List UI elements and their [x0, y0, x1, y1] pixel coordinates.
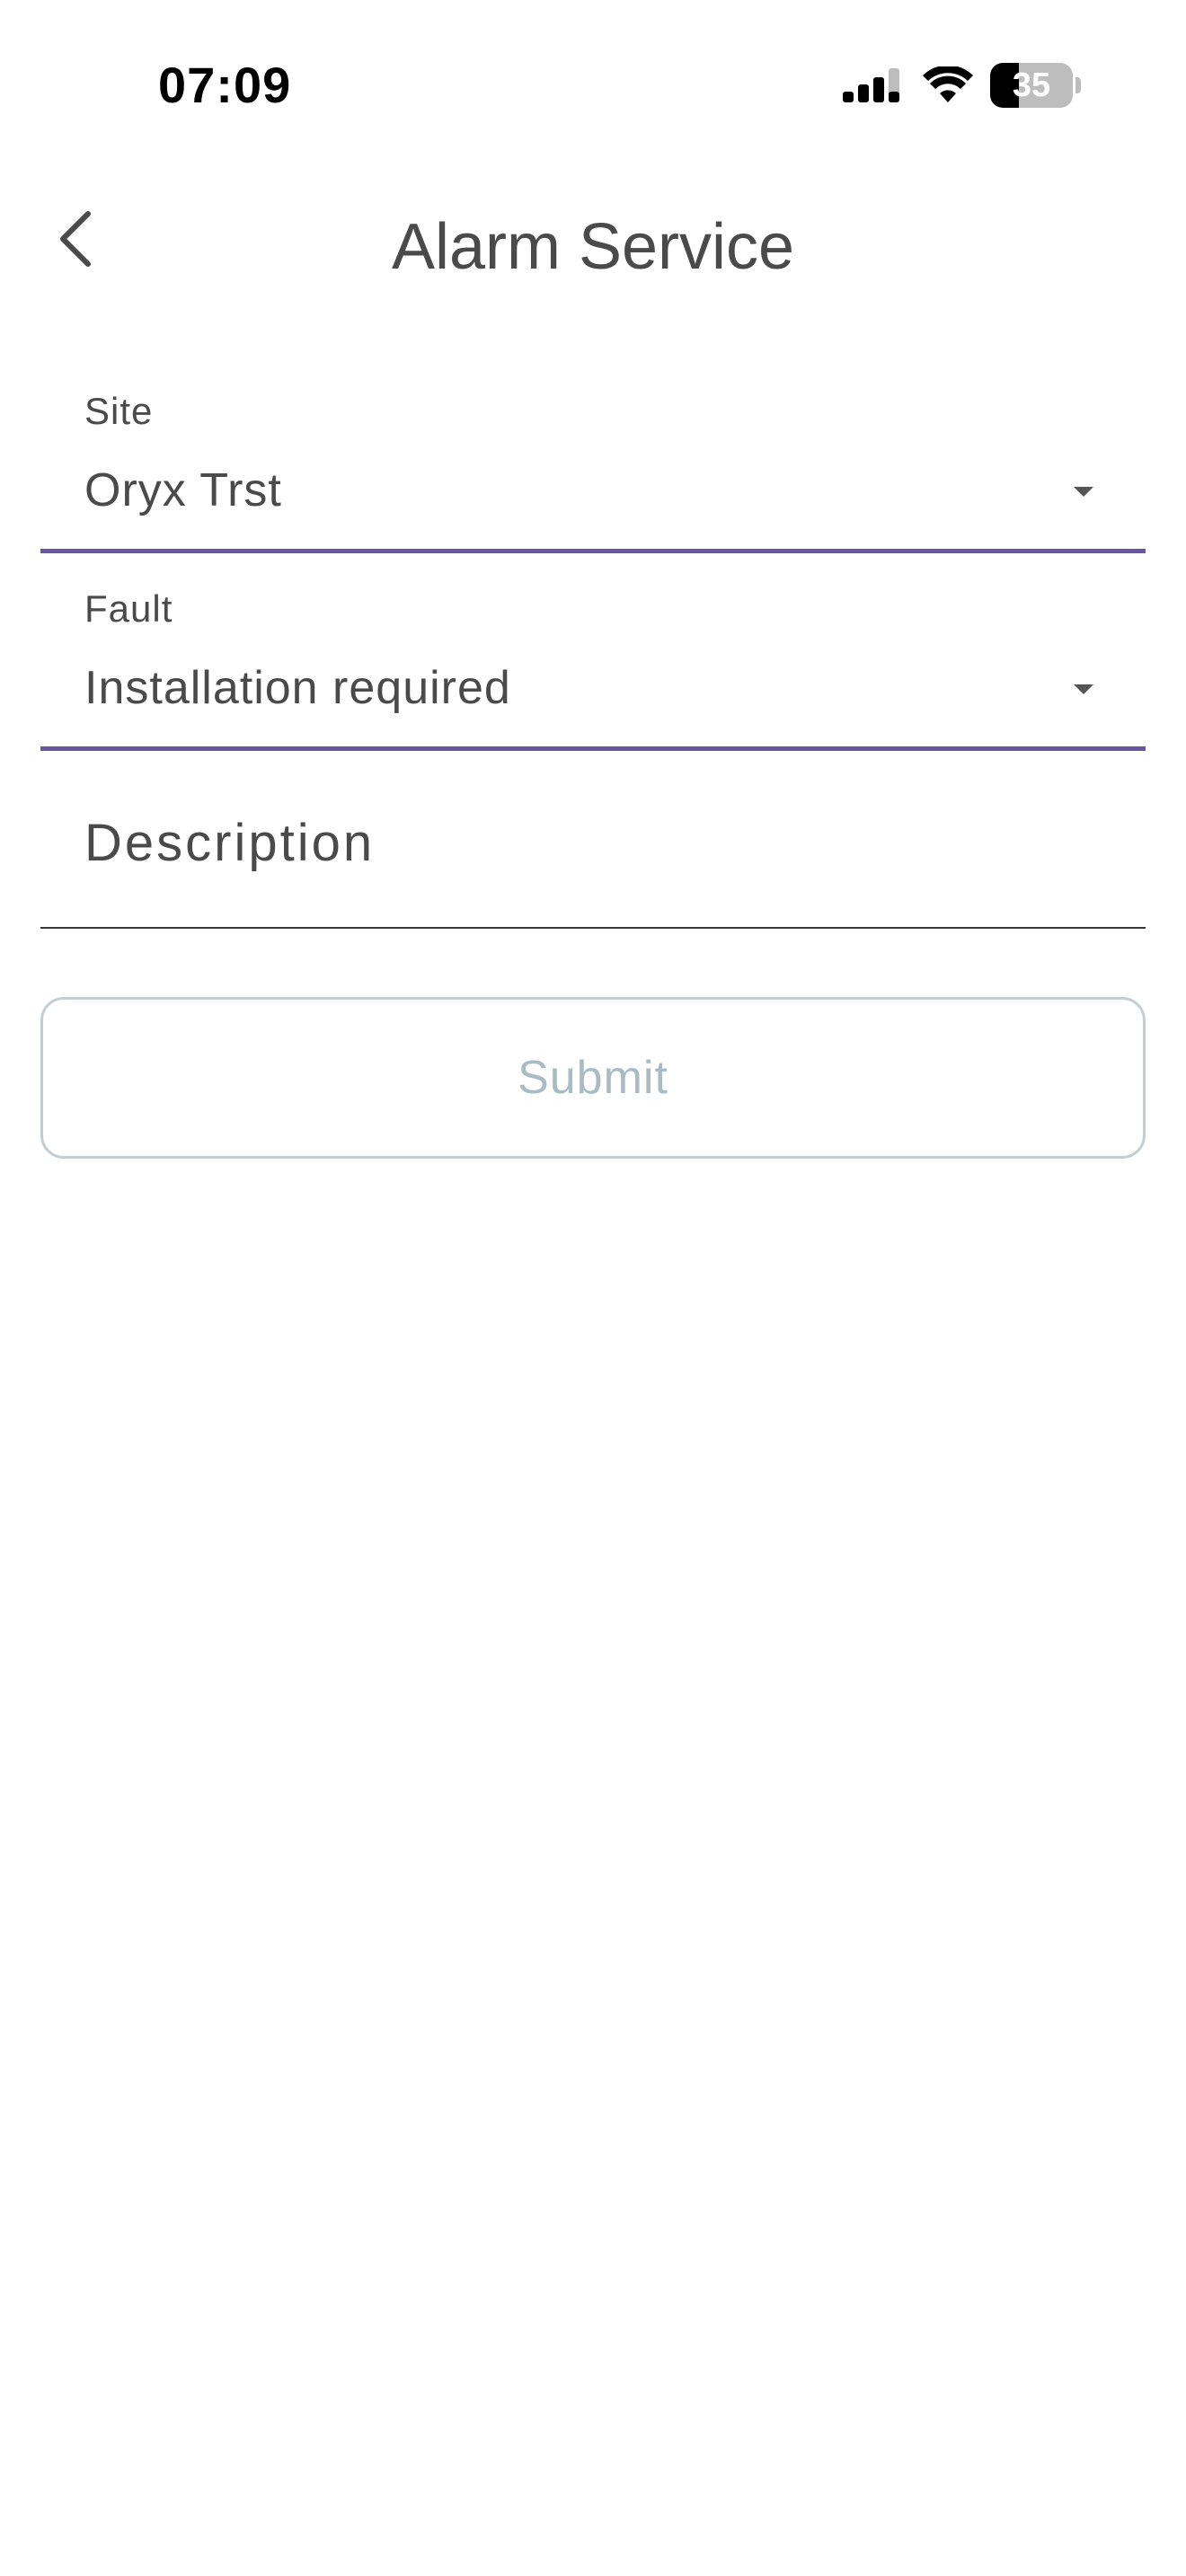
wifi-icon: [923, 66, 973, 102]
status-time: 07:09: [158, 57, 292, 113]
fault-underline: [40, 746, 1146, 751]
site-label: Site: [84, 390, 154, 432]
fault-dropdown[interactable]: Fault Installation required: [40, 575, 1146, 751]
fault-label: Fault: [84, 587, 173, 630]
status-bar: 07:09 35: [0, 0, 1186, 171]
fault-value: Installation required: [84, 662, 511, 714]
battery-level: 35: [1012, 66, 1051, 104]
page-title: Alarm Service: [391, 211, 795, 283]
dropdown-arrow-icon: [1074, 684, 1093, 694]
cellular-signal-icon: [843, 68, 899, 102]
site-dropdown[interactable]: Site Oryx Trst: [40, 377, 1146, 553]
description-input[interactable]: [84, 799, 1100, 886]
back-button[interactable]: [36, 199, 115, 278]
site-underline: [40, 549, 1146, 553]
submit-button[interactable]: Submit: [40, 997, 1146, 1159]
chevron-left-icon: [60, 211, 91, 267]
description-field: [40, 772, 1146, 929]
dropdown-arrow-icon: [1074, 487, 1093, 497]
battery-icon: 35: [990, 63, 1082, 108]
app-bar: Alarm Service: [0, 180, 1186, 314]
site-value: Oryx Trst: [84, 464, 282, 516]
